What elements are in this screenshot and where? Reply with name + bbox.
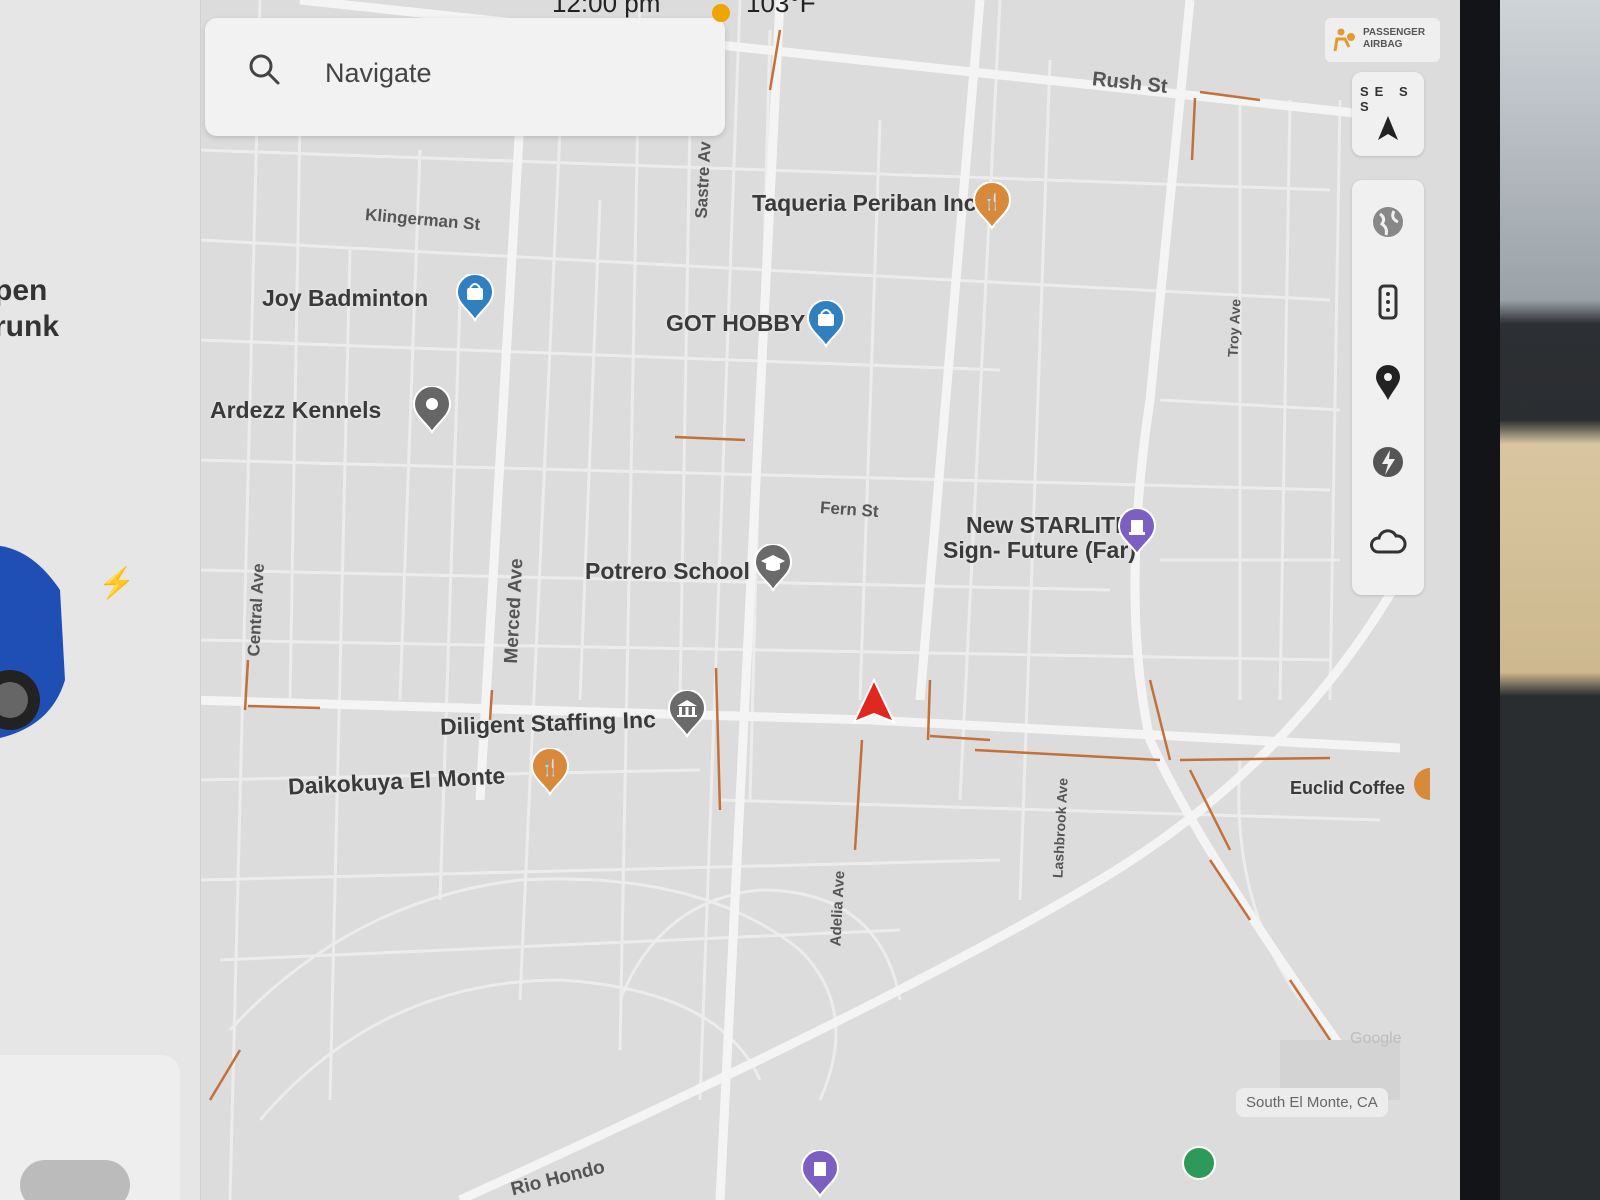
charging-bolt-icon: ⚡ xyxy=(98,567,136,600)
shopping-bag-icon[interactable] xyxy=(806,300,846,348)
passenger-airbag-indicator: PASSENGER AIRBAG xyxy=(1325,18,1440,62)
vehicle-panel: pen runk ⚡ xyxy=(0,0,201,1200)
stack-icon[interactable] xyxy=(1368,282,1408,322)
poi-label-got-hobby[interactable]: GOT HOBBY xyxy=(666,310,805,337)
compass-button[interactable]: SE S S xyxy=(1352,72,1424,156)
map-canvas[interactable] xyxy=(180,0,1460,1200)
search-input-placeholder: Navigate xyxy=(325,58,432,88)
poi-label-new-starlite[interactable]: New STARLITE xyxy=(966,512,1130,539)
navigate-search-bar[interactable]: Navigate xyxy=(205,18,725,136)
globe-icon[interactable] xyxy=(1368,202,1408,242)
poi-label-taqueria-periban[interactable]: Taqueria Periban Inc xyxy=(752,190,977,217)
restaurant-icon[interactable]: 🍴 xyxy=(530,748,570,796)
poi-label-potrero-school[interactable]: Potrero School xyxy=(585,558,750,585)
sun-icon xyxy=(712,4,730,22)
poi-label-euclid-coffee[interactable]: Euclid Coffee xyxy=(1290,778,1405,799)
government-building-icon[interactable] xyxy=(667,690,707,738)
shopping-bag-icon[interactable] xyxy=(455,274,495,322)
passenger-airbag-icon xyxy=(1333,28,1355,52)
school-icon[interactable] xyxy=(753,544,793,592)
map-background xyxy=(180,0,1460,1200)
map-attribution: Google xyxy=(1350,1030,1402,1047)
temperature-text: 103°F xyxy=(746,0,816,18)
lightning-icon[interactable] xyxy=(1368,442,1408,482)
street-label-troy-ave: Troy Ave xyxy=(1224,298,1244,358)
park-icon[interactable] xyxy=(1182,1146,1216,1180)
generic-place-icon[interactable] xyxy=(412,386,452,434)
cloud-icon[interactable] xyxy=(1368,522,1408,562)
current-location-arrow-icon xyxy=(852,678,896,724)
svg-text:🍴: 🍴 xyxy=(540,758,560,777)
svg-text:🍴: 🍴 xyxy=(982,192,1002,211)
north-arrow-icon xyxy=(1378,116,1398,140)
car-image xyxy=(0,545,65,738)
open-trunk-label-line2[interactable]: runk xyxy=(0,310,59,344)
pin-icon[interactable] xyxy=(1368,362,1408,402)
compass-heading: SE S S xyxy=(1360,84,1414,114)
touchscreen: Rush St Klingerman St Sastre Av Troy Ave… xyxy=(0,0,1460,1200)
street-label-sastre-av: Sastre Av xyxy=(691,140,715,220)
search-icon xyxy=(249,54,280,85)
street-label-fern-st: Fern St xyxy=(819,497,880,522)
landmark-icon[interactable] xyxy=(1117,508,1157,556)
restaurant-icon[interactable]: 🍴 xyxy=(972,182,1012,230)
clock-text: 12:00 pm xyxy=(552,0,661,18)
poi-label-new-starlite-sub[interactable]: Sign- Future (Far) xyxy=(943,537,1136,564)
toggle-switch[interactable] xyxy=(20,1160,130,1200)
area-name-label: South El Monte, CA xyxy=(1236,1088,1388,1117)
landmark-icon[interactable] xyxy=(800,1150,840,1198)
airbag-text: PASSENGER AIRBAG xyxy=(1363,27,1426,50)
poi-label-ardezz-kennels[interactable]: Ardezz Kennels xyxy=(210,397,381,424)
open-trunk-label-line1[interactable]: pen xyxy=(0,274,47,308)
map-toolbar xyxy=(1352,180,1424,595)
car-interior-background xyxy=(1500,0,1600,1200)
poi-label-joy-badminton[interactable]: Joy Badminton xyxy=(262,285,428,312)
